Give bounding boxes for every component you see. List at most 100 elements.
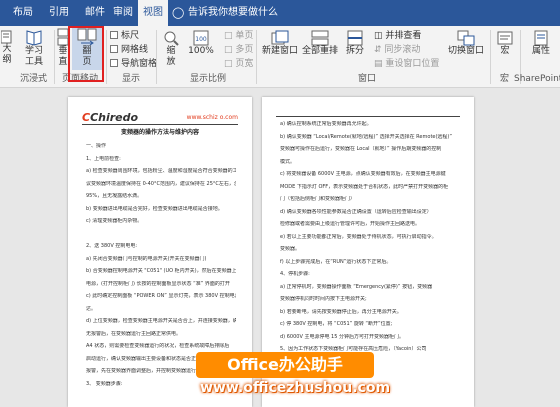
document-text-line: 门（包括后侧柜门和变频器柜门） [280, 196, 356, 202]
page-width-button[interactable]: □ 页宽 [224, 58, 253, 70]
arrange-all-label: 全部重排 [302, 46, 339, 56]
document-text-line: a) 确认控制系统正常后变频器再允许起。 [280, 121, 372, 127]
document-text-line: c) 将变频器设备 6000V 主电源，点确认变频器有效后，在变频器主电源键 [280, 171, 446, 177]
page-header: CChiredo www.schiz o.com [82, 111, 238, 125]
tab-references[interactable]: 引用 [44, 0, 74, 26]
multiple-pages-button[interactable]: □ 多页 [224, 44, 253, 56]
switch-windows-button[interactable]: 切换窗口 [444, 30, 488, 57]
zoom-100-button[interactable]: 100 100% [188, 30, 214, 57]
document-text-line: d) 确认变频器各项性能参数是否正确设置（运转后应检查输出设定） [280, 208, 432, 215]
multiple-pages-label: 多页 [235, 45, 254, 55]
checkbox-box[interactable] [110, 31, 118, 39]
document-text-line: MODE 下指示灯 OFF，表示变频器处于合机状态，此时严禁打开变频器的柜 [280, 183, 449, 190]
gridlines-label: 网格线 [121, 45, 149, 55]
tab-layout[interactable]: 布局 [8, 0, 38, 26]
zoom-label-2: 放 [166, 57, 176, 67]
tab-review[interactable]: 审阅 [108, 0, 138, 26]
group-immersive: 沉浸式 [20, 74, 48, 84]
tab-mailings[interactable]: 邮件 [80, 0, 110, 26]
document-text-line: 一、操作 [86, 143, 107, 149]
single-page-button[interactable]: □ 单页 [224, 30, 253, 42]
watermark-url: www.officezhushou.com [200, 380, 391, 396]
chiredo-logo: CChiredo [82, 111, 139, 124]
document-text-line: 无报警后，在变频器运行主回路正常供电。 [86, 330, 182, 337]
zoom-label-1: 缩 [166, 46, 176, 56]
macros-button[interactable]: 宏 [494, 30, 516, 57]
document-text-line: 1、上电前检查: [86, 155, 121, 162]
document-text-line: d) 6000V 主电源停电 15 分钟后方可打开变频器柜门。 [280, 333, 404, 340]
side-by-side-label: 并排查看 [385, 31, 422, 41]
document-text-line: 2、送 380V 控制电电: [86, 243, 138, 249]
document-text-line: a) 先闭合变频器门与控制的电源开关(开关在变频器门) [86, 255, 207, 262]
nav-pane-checkbox[interactable]: 导航窗格 [110, 58, 157, 70]
document-text-line: 变频器可操作在后运行，变频器在 Local（就地）” 操作后期变频器的控制 [280, 146, 442, 152]
reset-window-button[interactable]: ▤ 重设窗口位置 [374, 58, 439, 70]
side-by-side-button[interactable]: ◫ 并排查看 [374, 30, 421, 42]
new-window-button[interactable]: 新建窗口 [262, 30, 298, 57]
document-text-line: 达。 [86, 305, 97, 312]
checkbox-box[interactable] [110, 59, 118, 67]
watermark-badge: Office办公助手 [196, 352, 374, 378]
arrange-all-icon [311, 30, 329, 46]
outline-label: 大纲 [2, 44, 12, 65]
checkbox-box[interactable] [110, 45, 118, 53]
learning-tools-label-2: 工具 [24, 57, 43, 67]
group-macros: 宏 [500, 74, 510, 84]
document-text-line: a) 正常停机时，变频器操作面板 “Emergency(紧停)” 按钮，变频器 [280, 283, 433, 290]
tab-view[interactable]: 视图 [138, 0, 168, 26]
sync-scroll-label: 同步滚动 [384, 45, 421, 55]
separator [156, 30, 157, 84]
ribbon-tab-bar: 布局 引用 邮件 审阅 视图 ◯ 告诉我你想要做什么 [0, 0, 560, 26]
document-text-line: b) 确认变频器 “Local/Remote(就地/远程)” 选择开关选择在 R… [280, 133, 452, 140]
learning-tools-button[interactable]: 学习 工具 [20, 28, 48, 68]
zoom-100-label: 100% [188, 46, 214, 56]
split-button[interactable]: 拆分 [342, 30, 368, 57]
separator [54, 30, 55, 84]
properties-label: 属性 [531, 46, 550, 56]
document-text-line: b) 合变频器控制电源开关 "C051" (UO 柜内开关)，然后在变频器上面控… [86, 268, 236, 274]
watermark-label: Office办公助手 [227, 355, 343, 374]
document-text-line: b) 变频器进出电缆是否完好，检查变频器进出电缆是否接地。 [86, 205, 223, 212]
document-text-line: e) 若以上主要功能都正常后，变频器处于待机状态，可执行启动指令。 [280, 233, 437, 240]
properties-button[interactable]: 属性 [526, 30, 556, 57]
document-title: 变频器的操作方法与维护内容 [120, 129, 199, 136]
highlight-annotation [68, 26, 104, 82]
hundred-percent-icon: 100 [193, 30, 209, 46]
document-text-line: 95%，且无凝露结水滴。 [86, 193, 143, 199]
new-window-label: 新建窗口 [262, 46, 299, 56]
split-label: 拆分 [345, 46, 364, 56]
switch-windows-label: 切换窗口 [447, 46, 484, 56]
document-text-line: 变频器。 [280, 246, 301, 252]
lightbulb-icon: ◯ [172, 6, 185, 19]
nav-pane-label: 导航窗格 [121, 59, 158, 69]
outline-button[interactable]: 大纲 [0, 30, 14, 66]
zoom-button[interactable]: 缩 放 [160, 30, 182, 68]
single-page-label: 单页 [235, 31, 254, 41]
tell-me-search[interactable]: 告诉我你想要做什么 [188, 0, 278, 26]
document-text-line: 变频器停机同时时间内按下主电源开关; [280, 296, 367, 302]
macro-icon [497, 31, 513, 45]
split-icon [347, 30, 363, 46]
header-site-url: www.schiz o.com [186, 114, 238, 121]
group-window: 窗口 [358, 74, 377, 84]
document-text-line: f) 以上步骤完成后，在“RUN”运行状态下正常后。 [280, 258, 392, 265]
svg-text:100: 100 [195, 36, 207, 43]
separator [256, 30, 257, 84]
reset-window-label: 重设窗口位置 [385, 59, 440, 69]
page-width-label: 页宽 [235, 59, 254, 69]
page-header [276, 111, 460, 117]
document-text-line: 议变频器环境温度保持在 0-40°C范围内，建议保持在 25°C左右，湿度不超过 [86, 180, 236, 187]
document-text-line: c) 此时确定控制面板 “POWER ON” 显示灯亮，表示 380V 控制电源… [86, 293, 236, 299]
ruler-label: 标尺 [121, 31, 140, 41]
group-sharepoint: SharePoint [514, 74, 560, 84]
macros-label: 宏 [500, 46, 510, 56]
group-show: 显示 [122, 74, 141, 84]
document-text-line: c) 清理变频器柜内杂物。 [86, 218, 143, 224]
group-zoom: 显示比例 [190, 74, 227, 84]
arrange-all-button[interactable]: 全部重排 [302, 30, 338, 57]
sync-scroll-button[interactable]: ⇵ 同步滚动 [374, 44, 420, 56]
properties-icon [534, 30, 548, 46]
magnifier-icon [164, 31, 179, 46]
gridlines-checkbox[interactable]: 网格线 [110, 44, 148, 56]
ruler-checkbox[interactable]: 标尺 [110, 30, 139, 42]
